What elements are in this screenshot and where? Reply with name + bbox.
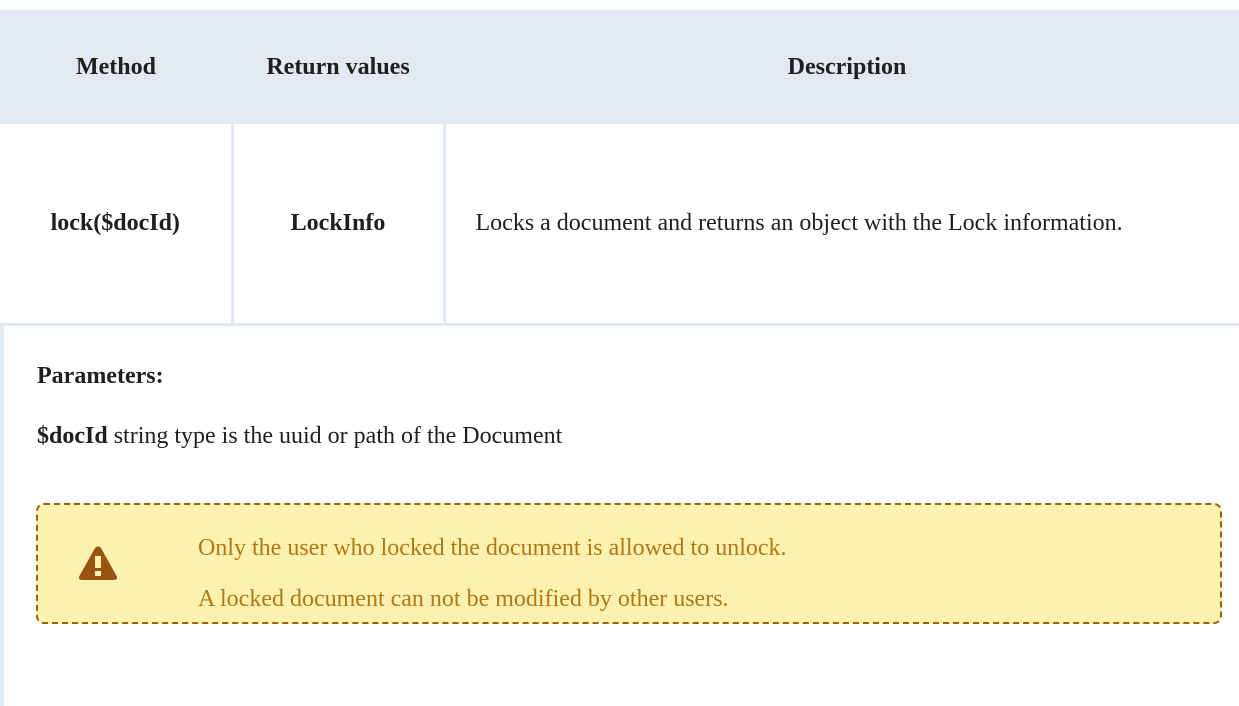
top-spacing (0, 0, 1239, 10)
header-return-values: Return values (232, 10, 444, 124)
warning-callout: Only the user who locked the document is… (36, 503, 1222, 624)
table-row: lock($docId) LockInfo Locks a document a… (0, 124, 1239, 326)
warning-icon (78, 546, 118, 580)
description-cell: Locks a document and returns an object w… (444, 124, 1239, 326)
header-method: Method (0, 10, 232, 124)
parameter-description: string type is the uuid or path of the D… (113, 423, 563, 449)
table-header-row: Method Return values Description (0, 10, 1239, 124)
method-details: Parameters: $docId string type is the uu… (0, 326, 1239, 706)
return-value-cell: LockInfo (232, 124, 446, 326)
warning-line-1: Only the user who locked the document is… (198, 535, 787, 561)
parameters-title: Parameters: (37, 363, 164, 389)
parameter-item: $docId string type is the uuid or path o… (37, 423, 562, 450)
page: Method Return values Description lock($d… (0, 0, 1239, 706)
warning-line-2: A locked document can not be modified by… (198, 586, 729, 612)
parameter-name: $docId (37, 423, 108, 449)
method-cell: lock($docId) (0, 124, 234, 326)
header-description: Description (444, 10, 1239, 124)
method-table: Method Return values Description lock($d… (0, 10, 1239, 326)
